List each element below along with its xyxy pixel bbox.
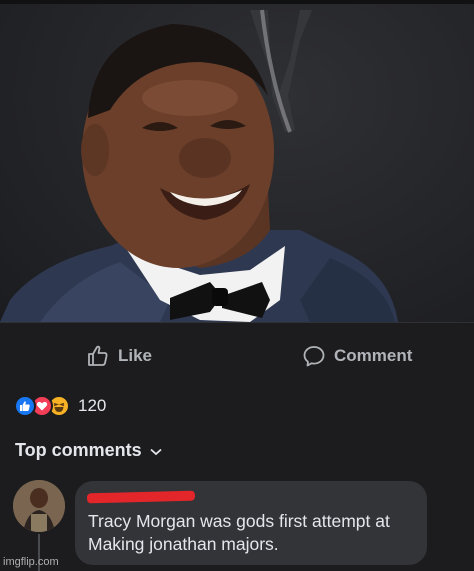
comment-bubble-icon [302, 344, 326, 368]
reaction-summary[interactable]: 120 [14, 394, 106, 418]
imgflip-watermark: imgflip.com [3, 556, 59, 568]
divider [0, 322, 474, 323]
photo-top-edge [0, 0, 474, 4]
comment-sort-dropdown[interactable]: Top comments [15, 440, 162, 461]
like-label: Like [118, 346, 153, 365]
thumbs-up-icon [86, 344, 110, 368]
reaction-count: 120 [78, 396, 107, 415]
avatar-image [13, 480, 65, 532]
comment-sort-label: Top comments [15, 440, 142, 460]
comment-bubble[interactable]: Tracy Morgan was gods first attempt at M… [75, 481, 427, 565]
photo-illustration [0, 9, 398, 322]
commenter-avatar[interactable] [13, 480, 65, 532]
like-button[interactable]: Like [86, 342, 152, 370]
post-action-bar: Like Comment [0, 332, 474, 380]
comment-text: Tracy Morgan was gods first attempt at M… [88, 511, 390, 554]
comment-label: Comment [334, 346, 413, 365]
comment-button[interactable]: Comment [302, 342, 412, 370]
chevron-down-icon [150, 440, 162, 461]
post-photo[interactable] [0, 0, 474, 322]
like-reaction-icon [14, 395, 36, 417]
